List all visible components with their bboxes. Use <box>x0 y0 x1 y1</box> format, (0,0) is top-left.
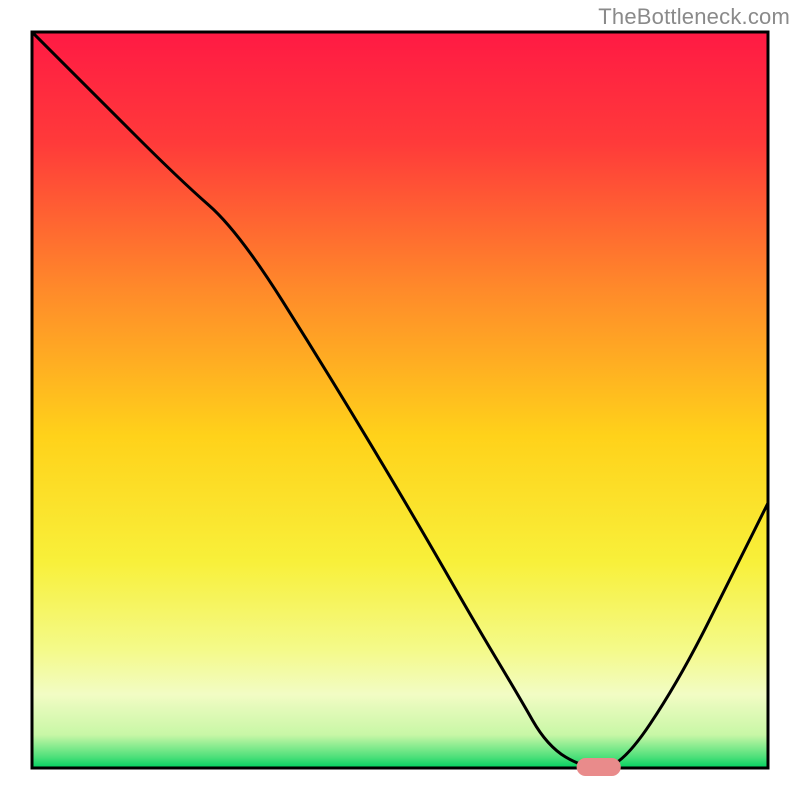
chart-svg <box>0 0 800 800</box>
bottleneck-chart: TheBottleneck.com <box>0 0 800 800</box>
watermark-text: TheBottleneck.com <box>598 4 790 30</box>
optimal-marker <box>577 758 621 776</box>
